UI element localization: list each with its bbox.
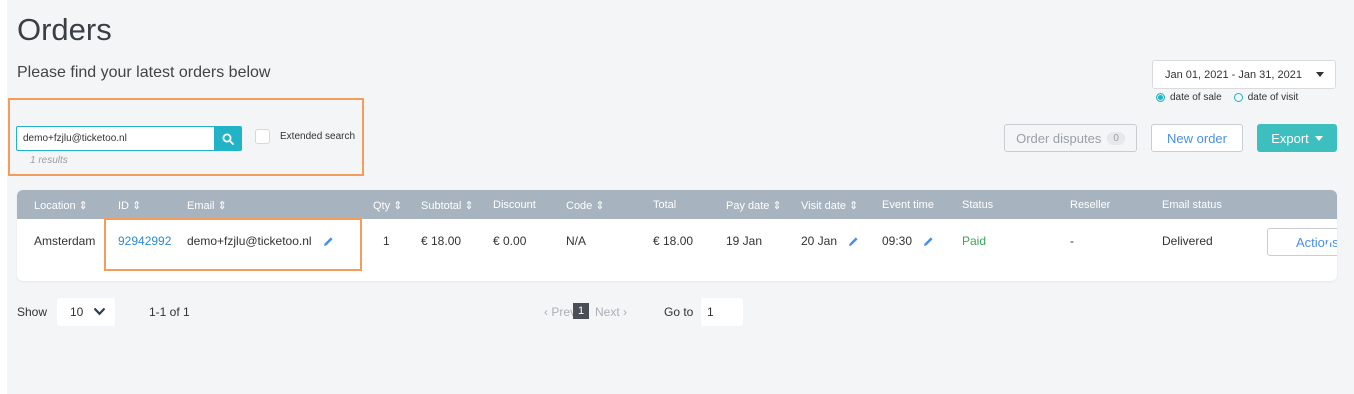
date-of-visit-label[interactable]: date of visit: [1248, 92, 1299, 103]
caret-down-icon: [1316, 72, 1324, 77]
column-header-visit-date[interactable]: Visit date ⇕: [801, 199, 858, 212]
sort-icon: ⇕: [595, 200, 605, 212]
column-header-code[interactable]: Code ⇕: [566, 199, 605, 212]
new-order-button[interactable]: New order: [1151, 124, 1243, 152]
event-time-value: 09:30: [882, 234, 913, 248]
chevron-down-icon: [94, 308, 105, 316]
cell-event-time: 09:30: [882, 234, 934, 248]
date-of-sale-radio[interactable]: [1156, 93, 1165, 102]
date-of-visit-radio[interactable]: [1233, 93, 1243, 102]
order-disputes-button[interactable]: Order disputes 0: [1004, 124, 1137, 152]
sort-icon: ⇕: [772, 200, 782, 212]
caret-down-icon: [1314, 135, 1323, 141]
export-label: Export: [1271, 130, 1309, 146]
sort-icon: ⇕: [393, 200, 403, 212]
edit-visit-date-pencil-icon[interactable]: [848, 236, 859, 247]
cell-qty: 1: [383, 234, 390, 248]
cell-visit-date: 20 Jan: [801, 234, 859, 248]
column-header-id[interactable]: ID ⇕: [118, 199, 141, 212]
sort-icon: ⇕: [132, 200, 142, 212]
pagination: Show 10 1-1 of 1 ‹ Prev 1 Next › Go to: [17, 298, 1337, 326]
date-of-sale-label[interactable]: date of sale: [1170, 92, 1222, 103]
visit-date-value: 20 Jan: [801, 234, 838, 248]
column-header-email[interactable]: Email ⇕: [187, 199, 227, 212]
order-disputes-label: Order disputes: [1016, 130, 1102, 146]
goto-label: Go to: [664, 305, 694, 319]
column-header-event-time: Event time: [882, 199, 934, 211]
highlight-search-area: [8, 98, 364, 176]
current-page[interactable]: 1: [573, 303, 589, 319]
cell-email-status: Delivered: [1162, 234, 1213, 248]
sort-icon: ⇕: [849, 200, 859, 212]
next-page-link[interactable]: Next ›: [595, 305, 627, 319]
pagination-range: 1-1 of 1: [149, 305, 190, 319]
column-header-total: Total: [653, 199, 677, 211]
page-subtitle: Please find your latest orders below: [17, 64, 271, 81]
cell-reseller: -: [1070, 234, 1074, 248]
column-header-pay-date[interactable]: Pay date ⇕: [726, 199, 782, 212]
cell-subtotal: € 18.00: [421, 234, 462, 248]
column-header-status: Status: [962, 199, 994, 211]
page-title: Orders: [17, 12, 112, 47]
sort-icon: ⇕: [464, 200, 474, 212]
column-header-subtotal[interactable]: Subtotal ⇕: [421, 199, 474, 212]
disputes-count-badge: 0: [1107, 131, 1125, 145]
column-header-location[interactable]: Location ⇕: [34, 199, 88, 212]
date-type-options: date of sale date of visit: [1156, 92, 1310, 103]
highlight-id-email: [104, 218, 362, 271]
export-button[interactable]: Export: [1257, 124, 1337, 152]
show-label: Show: [17, 305, 48, 319]
column-header-qty[interactable]: Qty ⇕: [373, 199, 402, 212]
column-header-discount: Discount: [493, 199, 536, 211]
page-size-select[interactable]: 10: [57, 298, 115, 326]
chevron-right-icon: [1324, 235, 1332, 247]
sort-icon: ⇕: [78, 200, 88, 212]
goto-page-input[interactable]: [701, 298, 743, 326]
cell-code: N/A: [566, 234, 587, 248]
status-badge: Paid: [962, 234, 987, 248]
cell-pay-date: 19 Jan: [726, 234, 763, 248]
cell-location: Amsterdam: [34, 234, 96, 248]
cell-total: € 18.00: [653, 234, 694, 248]
sort-icon: ⇕: [217, 200, 227, 212]
column-header-email-status: Email status: [1162, 199, 1222, 211]
date-range-picker[interactable]: Jan 01, 2021 - Jan 31, 2021: [1152, 60, 1336, 89]
table-scroll-right[interactable]: [1318, 228, 1337, 254]
column-header-reseller: Reseller: [1070, 199, 1111, 211]
date-range-value: Jan 01, 2021 - Jan 31, 2021: [1165, 68, 1302, 81]
cell-discount: € 0.00: [493, 234, 527, 248]
table-header: Location ⇕ ID ⇕ Email ⇕ Qty ⇕ Subtotal ⇕…: [17, 190, 1337, 219]
page-size-value: 10: [70, 305, 84, 319]
edit-event-time-pencil-icon[interactable]: [923, 236, 934, 247]
left-edge: [0, 0, 7, 394]
prev-page-link[interactable]: ‹ Prev: [544, 305, 576, 319]
